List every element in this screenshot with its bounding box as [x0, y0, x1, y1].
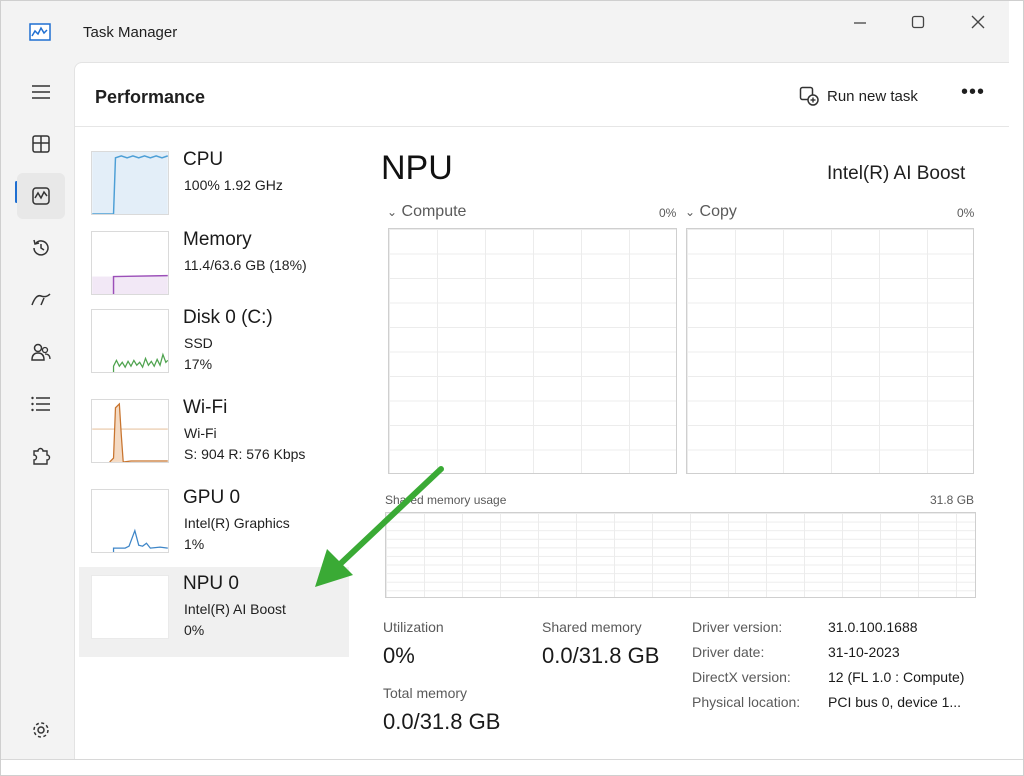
shared-memory-graph-max: 31.8 GB — [930, 493, 975, 507]
nav-app-history[interactable] — [17, 225, 65, 271]
window-title: Task Manager — [83, 24, 178, 41]
compute-graph-selector[interactable]: ⌄ Compute — [387, 203, 466, 221]
run-new-task-button[interactable]: Run new task — [799, 83, 918, 109]
memory-thumbnail-graph — [91, 231, 169, 295]
disk-thumbnail-graph — [91, 309, 169, 373]
copy-graph-value: 0% — [957, 206, 975, 220]
more-options-button[interactable]: ••• — [961, 81, 985, 104]
page-title: Performance — [95, 87, 206, 107]
nav-processes[interactable] — [17, 121, 65, 167]
device-item-disk[interactable]: Disk 0 (C:) SSD 17% — [79, 301, 349, 391]
device-title: NPU — [381, 149, 453, 187]
device-name: Disk 0 (C:) — [183, 307, 273, 328]
copy-graph-selector[interactable]: ⌄ Copy — [685, 203, 737, 221]
device-name: GPU 0 — [183, 487, 241, 508]
window-bottom-edge — [1, 759, 1023, 775]
details-list-icon — [31, 396, 50, 412]
device-name: NPU 0 — [183, 573, 239, 594]
task-manager-app-icon — [29, 23, 51, 41]
processes-icon — [32, 135, 50, 153]
maximize-button[interactable] — [901, 11, 935, 33]
device-detail: 100% 1.92 GHz — [184, 177, 283, 193]
cpu-thumbnail-graph — [91, 151, 169, 215]
startup-gauge-icon — [31, 293, 51, 306]
compute-graph-value: 0% — [659, 206, 677, 220]
device-detail-2: S: 904 R: 576 Kbps — [184, 446, 306, 462]
driver-date-value: 31-10-2023 — [828, 644, 900, 660]
directx-version-label: DirectX version: — [692, 669, 791, 685]
copy-graph-label: Copy — [699, 203, 737, 220]
device-detail-2: 1% — [184, 536, 205, 552]
chevron-down-icon: ⌄ — [685, 205, 696, 219]
task-manager-window: Task Manager Performance Run new task ••… — [0, 0, 1024, 776]
shared-memory-stat-label: Shared memory — [542, 619, 642, 635]
nav-performance[interactable] — [17, 173, 65, 219]
nav-details[interactable] — [17, 381, 65, 427]
users-icon — [31, 343, 51, 361]
minimize-button[interactable] — [843, 11, 877, 33]
run-new-task-label: Run new task — [827, 87, 918, 105]
physical-location-label: Physical location: — [692, 694, 801, 710]
window-right-edge — [1009, 1, 1023, 775]
shared-memory-graph — [385, 512, 976, 598]
device-name: CPU — [183, 149, 224, 170]
device-detail-2: 17% — [184, 356, 213, 372]
npu-thumbnail-graph — [91, 575, 169, 639]
total-memory-value: 0.0/31.8 GB — [383, 709, 501, 734]
utilization-label: Utilization — [383, 619, 444, 635]
title-bar: Task Manager — [1, 1, 1009, 61]
driver-version-value: 31.0.100.1688 — [828, 619, 918, 635]
wifi-thumbnail-graph — [91, 399, 169, 463]
shared-memory-stat-value: 0.0/31.8 GB — [542, 643, 660, 668]
close-icon — [971, 15, 985, 29]
device-item-cpu[interactable]: CPU 100% 1.92 GHz — [79, 143, 349, 233]
performance-panel: Performance Run new task ••• CPU 100% 1.… — [74, 62, 1010, 759]
device-detail: Wi-Fi — [184, 425, 217, 441]
hamburger-icon — [32, 85, 50, 99]
physical-location-value: PCI bus 0, device 1... — [828, 694, 962, 710]
total-memory-label: Total memory — [383, 685, 468, 701]
maximize-icon — [911, 15, 925, 29]
nav-services[interactable] — [17, 433, 65, 479]
device-name: Wi-Fi — [183, 397, 228, 418]
copy-graph — [686, 228, 974, 474]
nav-users[interactable] — [17, 329, 65, 375]
utilization-value: 0% — [383, 643, 415, 668]
history-icon — [33, 239, 49, 256]
compute-graph-label: Compute — [401, 203, 467, 220]
minimize-icon — [854, 22, 866, 24]
device-detail-2: 0% — [184, 622, 205, 638]
chevron-down-icon: ⌄ — [387, 205, 398, 219]
device-detail: Intel(R) AI Boost — [184, 601, 286, 617]
menu-button[interactable] — [17, 69, 65, 115]
device-model: Intel(R) AI Boost — [827, 163, 966, 184]
panel-header: Performance Run new task ••• — [75, 63, 1010, 127]
driver-date-label: Driver date: — [692, 644, 765, 660]
nav-startup-apps[interactable] — [17, 277, 65, 323]
settings-gear-icon — [33, 722, 49, 738]
close-button[interactable] — [961, 11, 995, 33]
device-item-memory[interactable]: Memory 11.4/63.6 GB (18%) — [79, 223, 349, 313]
annotation-arrow — [315, 466, 444, 587]
device-detail: SSD — [184, 335, 213, 351]
device-detail: Intel(R) Graphics — [184, 515, 290, 531]
directx-version-value: 12 (FL 1.0 : Compute) — [828, 669, 965, 685]
performance-icon — [32, 187, 50, 205]
nav-settings[interactable] — [17, 707, 65, 753]
run-task-icon — [799, 86, 819, 106]
compute-graph — [388, 228, 677, 474]
services-puzzle-icon — [33, 447, 51, 465]
driver-version-label: Driver version: — [692, 619, 783, 635]
device-name: Memory — [183, 229, 252, 250]
gpu-thumbnail-graph — [91, 489, 169, 553]
device-detail: 11.4/63.6 GB (18%) — [184, 257, 307, 273]
